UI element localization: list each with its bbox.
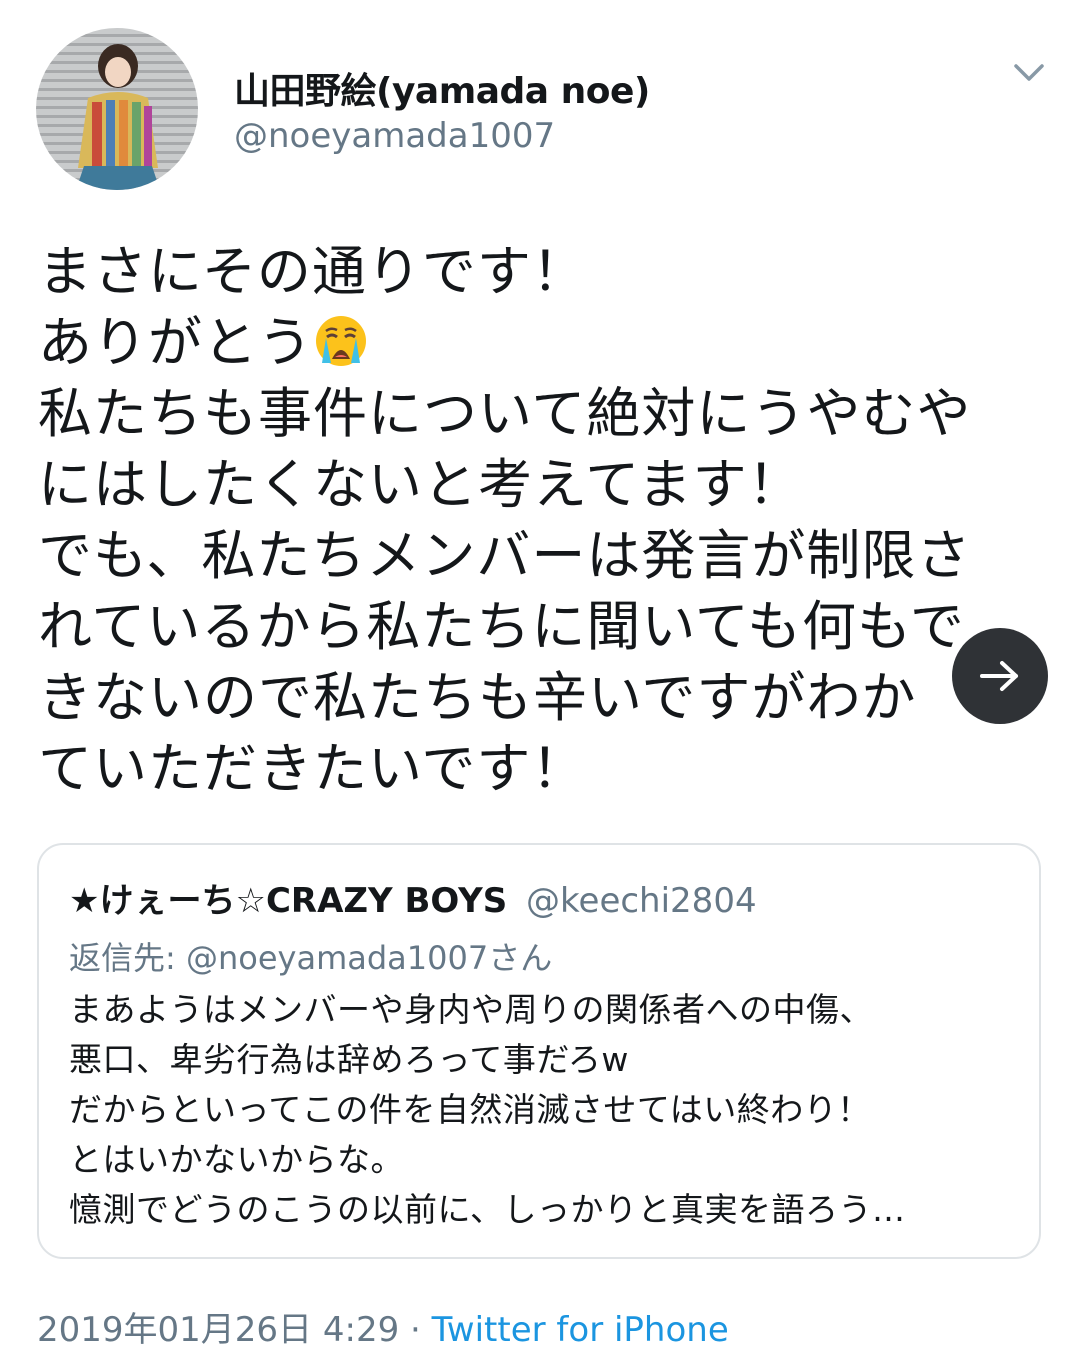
arrow-right-icon xyxy=(980,661,1018,691)
quoted-author-name: ★けぇーち☆CRAZY BOYS xyxy=(69,881,508,921)
reply-to-label: 返信先: xyxy=(69,939,186,977)
next-button[interactable] xyxy=(952,628,1048,724)
timestamp[interactable]: 2019年01月26日 4:29 xyxy=(37,1310,399,1350)
author-handle[interactable]: @noeyamada1007 xyxy=(234,116,555,156)
avatar[interactable] xyxy=(36,28,198,190)
quoted-author-handle: @keechi2804 xyxy=(526,881,757,921)
reply-to-user: @noeyamada1007さん xyxy=(185,939,553,977)
tweet-text-body: 私たちも事件について絶対にうやむや にはしたくないと考えてます！ でも、私たちメ… xyxy=(38,382,972,800)
quoted-tweet[interactable]: ★けぇーち☆CRAZY BOYS @keechi2804 返信先: @noeya… xyxy=(37,843,1041,1259)
source-link[interactable]: Twitter for iPhone xyxy=(432,1310,729,1350)
quoted-tweet-text: まあようはメンバーや身内や周りの関係者への中傷、 悪口、卑劣行為は辞めろって事だ… xyxy=(69,990,906,1229)
tweet-text: まさにその通りです！ ありがとう 私たちも事件について絶対にうやむや にはしたく… xyxy=(38,236,1038,804)
tweet-meta: 2019年01月26日 4:29 · Twitter for iPhone xyxy=(37,1302,729,1351)
loudly-crying-face-icon xyxy=(313,313,369,369)
chevron-down-icon[interactable] xyxy=(1010,58,1048,88)
quoted-tweet-header: ★けぇーち☆CRAZY BOYS @keechi2804 xyxy=(69,873,757,922)
reply-to-line: 返信先: @noeyamada1007さん xyxy=(69,933,552,979)
meta-separator: · xyxy=(399,1310,432,1350)
avatar-photo xyxy=(76,44,160,190)
author-display-name[interactable]: 山田野絵(yamada noe) xyxy=(234,62,650,114)
